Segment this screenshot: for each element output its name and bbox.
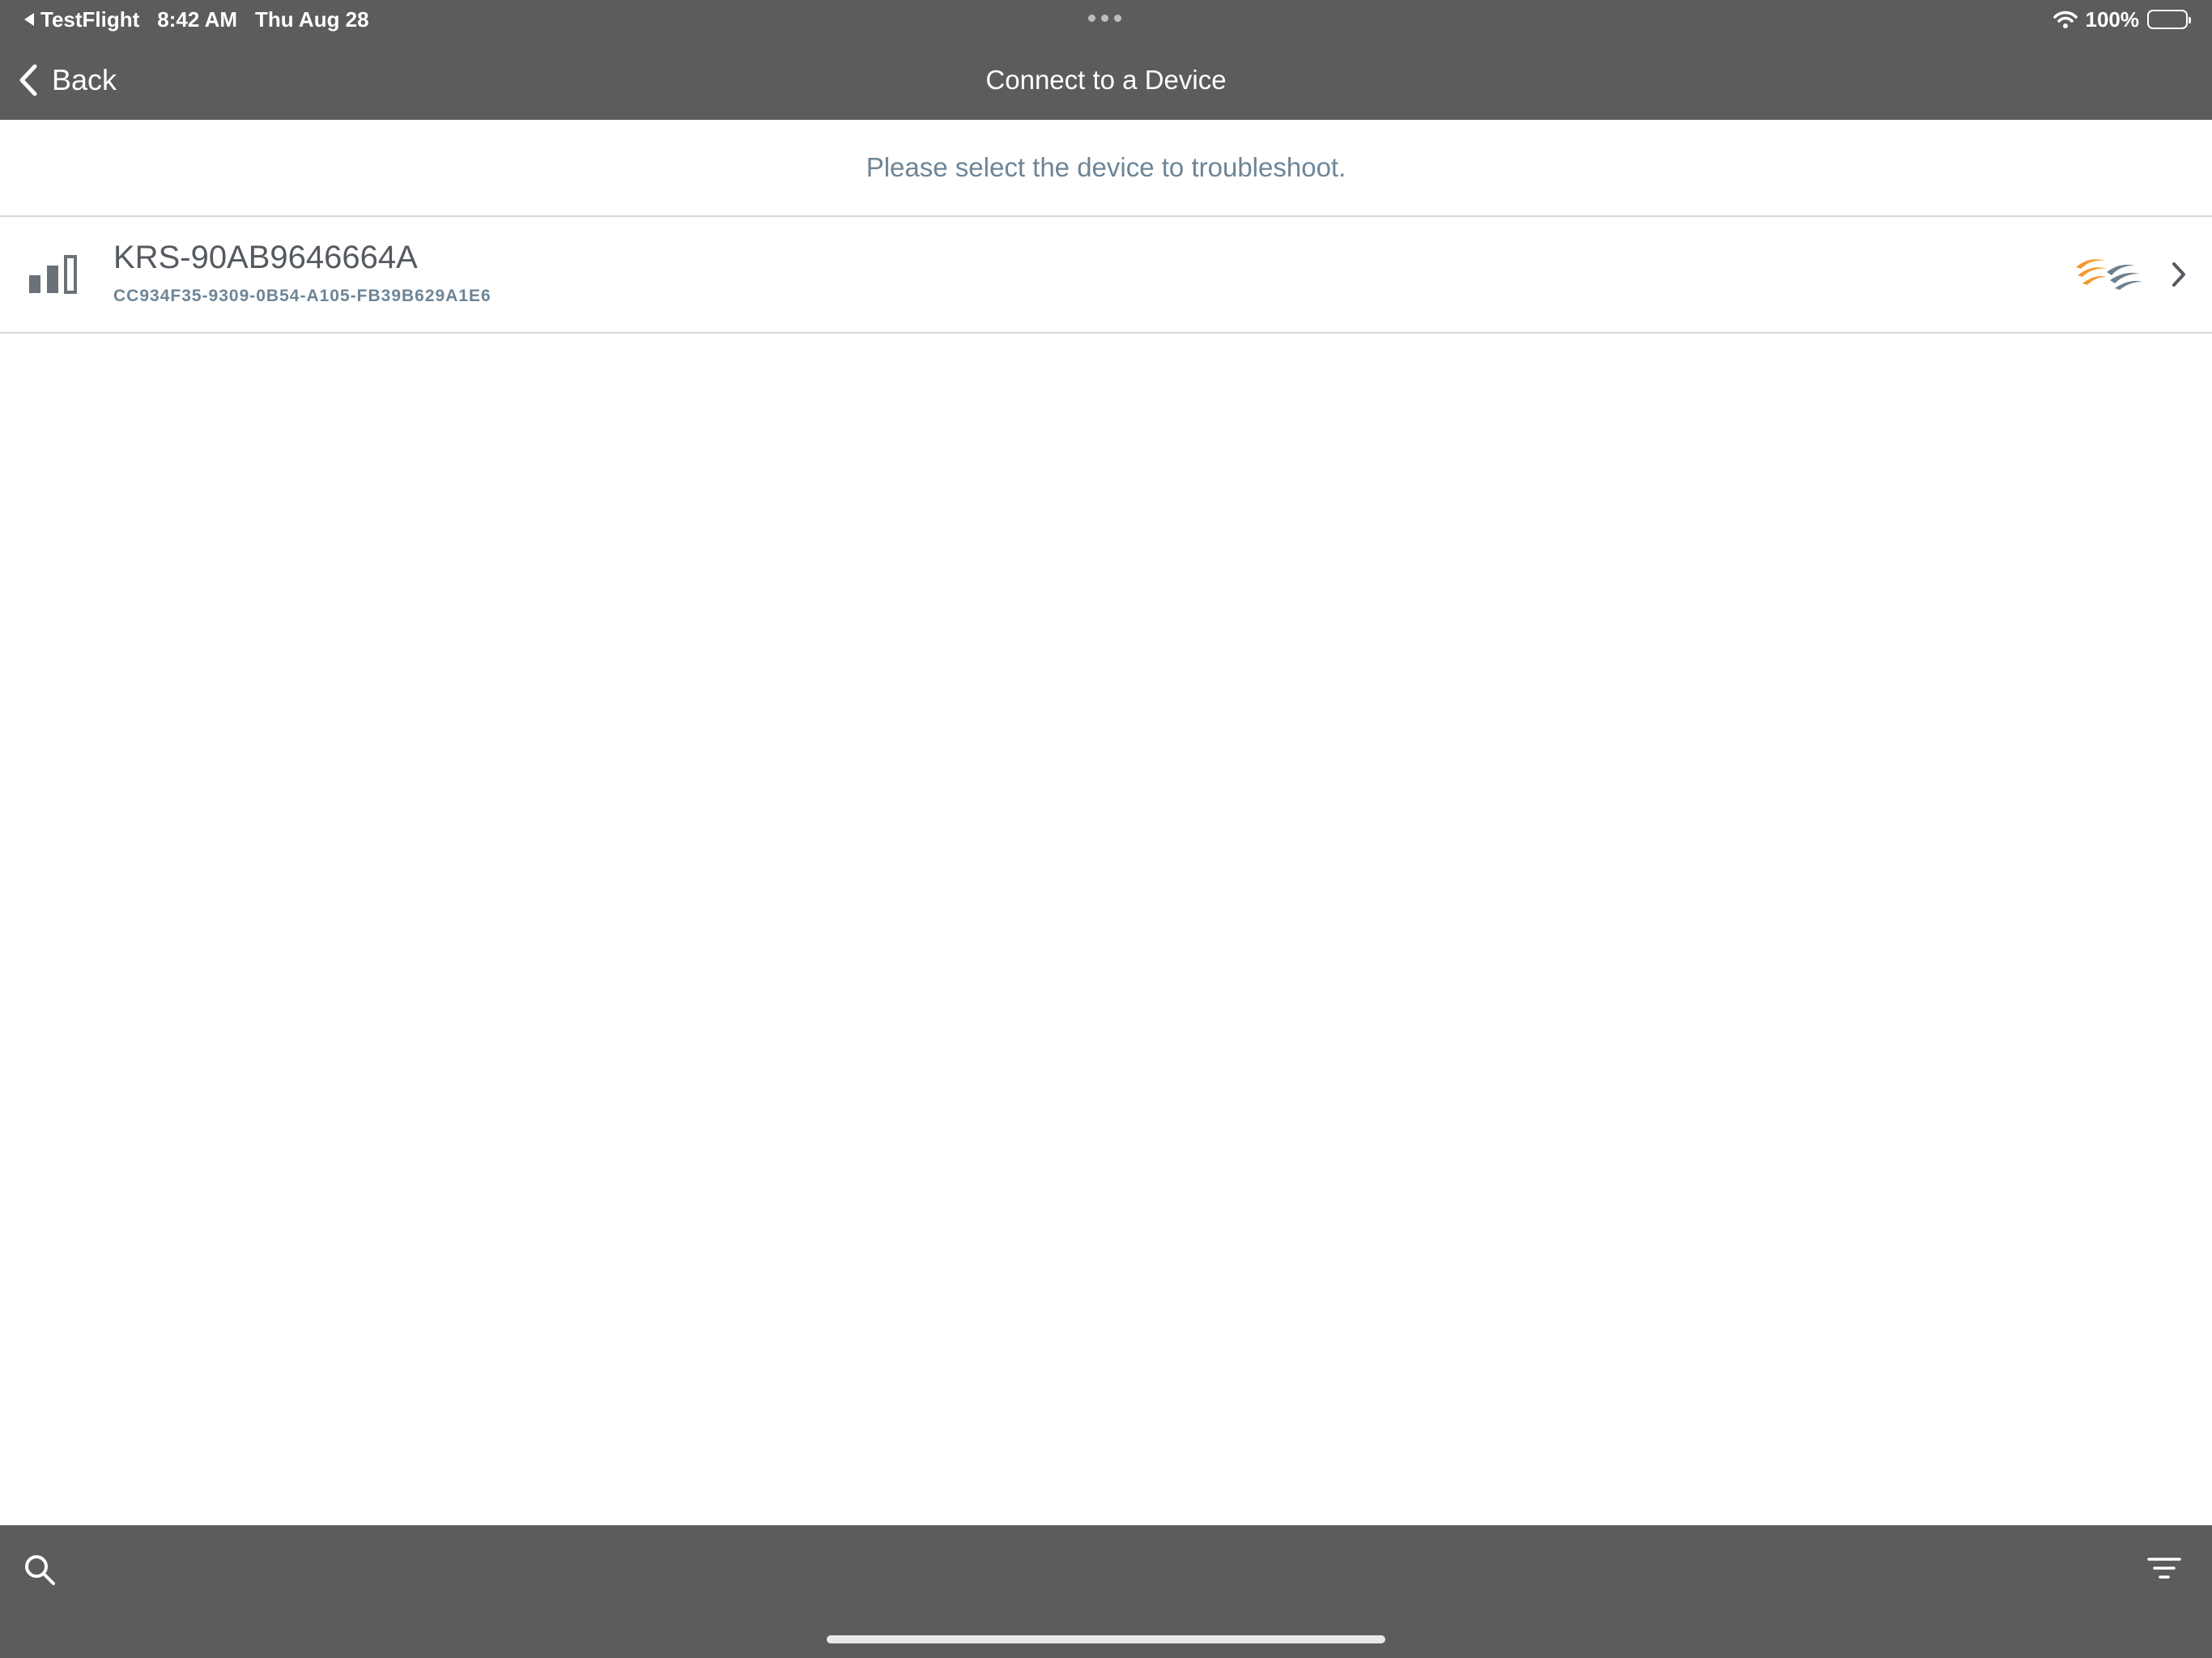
- device-name: KRS-90AB9646664A: [113, 240, 418, 275]
- app-window: TestFlight 8:42 AM Thu Aug 28 100% Back …: [0, 0, 2212, 1658]
- status-time: 8:42 AM: [157, 6, 238, 32]
- chevron-right-icon[interactable]: [2170, 261, 2188, 288]
- bottom-toolbar: [0, 1525, 2212, 1658]
- home-indicator[interactable]: [827, 1635, 1385, 1643]
- chevron-left-icon: [19, 64, 37, 96]
- back-triangle-icon: [24, 13, 34, 26]
- search-icon[interactable]: [23, 1553, 57, 1587]
- top-bar: TestFlight 8:42 AM Thu Aug 28 100% Back …: [0, 0, 2212, 120]
- status-bar-left: TestFlight 8:42 AM Thu Aug 28: [24, 5, 369, 34]
- back-to-app-link[interactable]: TestFlight: [24, 7, 139, 32]
- status-date: Thu Aug 28: [255, 6, 369, 32]
- multitasking-dots-icon[interactable]: [1088, 15, 1121, 22]
- status-bar-right: 100%: [2052, 5, 2191, 34]
- filter-icon[interactable]: [2147, 1556, 2181, 1584]
- device-id: CC934F35-9309-0B54-A105-FB39B629A1E6: [113, 287, 491, 305]
- signal-strength-icon: [29, 255, 77, 294]
- brand-logo-icon: [2076, 259, 2142, 290]
- back-button-label: Back: [52, 63, 117, 96]
- page-title: Connect to a Device: [985, 65, 1227, 95]
- battery-icon: [2147, 10, 2191, 29]
- battery-percent: 100%: [2085, 6, 2140, 32]
- device-list-item[interactable]: KRS-90AB9646664A CC934F35-9309-0B54-A105…: [0, 217, 2212, 334]
- instruction-text: Please select the device to troubleshoot…: [0, 120, 2212, 217]
- wifi-icon: [2052, 11, 2078, 28]
- back-app-label: TestFlight: [40, 6, 140, 32]
- back-button[interactable]: Back: [18, 57, 117, 104]
